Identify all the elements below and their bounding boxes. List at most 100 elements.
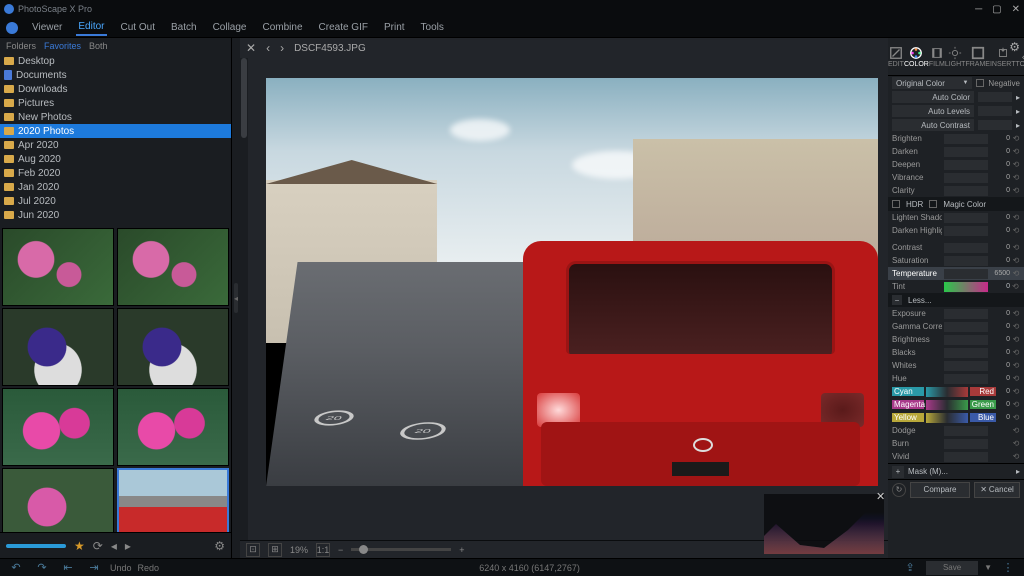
tool-frame[interactable]: FRAME — [965, 38, 990, 75]
thumbnail[interactable] — [117, 388, 229, 466]
folder-row[interactable]: Pictures — [0, 96, 231, 110]
reset-icon[interactable]: ⟲ — [1012, 335, 1020, 344]
zoom-in-icon[interactable]: + — [459, 545, 464, 555]
filter-favorites[interactable]: Favorites — [44, 41, 81, 51]
redo-label[interactable]: Redo — [138, 563, 160, 573]
reset-icon[interactable]: ⟲ — [1012, 147, 1020, 156]
save-menu-icon[interactable]: ▼ — [984, 563, 992, 572]
histogram[interactable]: ✕ — [764, 494, 884, 554]
tool-film[interactable]: FILM — [929, 38, 945, 75]
collapse-icon[interactable]: − — [892, 295, 902, 305]
reset-icon[interactable]: ⟲ — [1012, 186, 1020, 195]
reset-icon[interactable]: ⟲ — [1012, 361, 1020, 370]
tool-color[interactable]: COLOR — [904, 38, 929, 75]
share-icon[interactable]: ⇪ — [900, 561, 920, 575]
reset-icon[interactable]: ⟲ — [1012, 243, 1020, 252]
reset-icon[interactable]: ⟲ — [1012, 452, 1020, 461]
thumbnail[interactable] — [2, 468, 114, 532]
thumbnail[interactable] — [2, 388, 114, 466]
thumbnail-selected[interactable] — [117, 468, 229, 532]
folder-row[interactable]: Feb 2020 — [0, 166, 231, 180]
favorite-icon[interactable]: ★ — [74, 539, 85, 553]
slider-track[interactable] — [944, 426, 988, 436]
auto-contrast-preset[interactable] — [978, 120, 1012, 130]
slider-track[interactable] — [944, 243, 988, 253]
tab-print[interactable]: Print — [382, 20, 407, 35]
undo-label[interactable]: Undo — [110, 563, 132, 573]
folder-row[interactable]: Desktop — [0, 54, 231, 68]
sidebar-gear-icon[interactable]: ⚙ — [214, 539, 225, 553]
crop-icon[interactable]: ⊡ — [246, 543, 260, 557]
tab-batch[interactable]: Batch — [169, 20, 199, 35]
slider-track[interactable] — [944, 348, 988, 358]
mask-expand-icon[interactable]: ▸ — [1016, 467, 1020, 476]
thumbnail[interactable] — [2, 308, 114, 386]
save-button[interactable]: Save — [926, 561, 978, 575]
slider-track[interactable] — [944, 226, 988, 236]
auto-levels-button[interactable]: Auto Levels — [892, 105, 974, 117]
slider-track[interactable] — [944, 439, 988, 449]
mask-button[interactable]: Mask (M)... — [908, 467, 948, 476]
vertical-scrollbar[interactable] — [240, 58, 248, 540]
sort-asc-icon[interactable]: ◂ — [111, 539, 117, 553]
reset-icon[interactable]: ⟲ — [1012, 134, 1020, 143]
hdr-checkbox[interactable] — [892, 200, 900, 208]
slider-track[interactable] — [944, 160, 988, 170]
settings-icon[interactable]: ⚙ — [1009, 40, 1020, 54]
slider-track[interactable] — [944, 282, 988, 292]
reset-icon[interactable]: ⟲ — [1012, 426, 1020, 435]
home-icon[interactable] — [6, 22, 18, 34]
slider-track[interactable] — [944, 147, 988, 157]
tab-cutout[interactable]: Cut Out — [119, 20, 157, 35]
fit-button[interactable]: 1:1 — [316, 543, 330, 557]
tab-combine[interactable]: Combine — [260, 20, 304, 35]
folder-row[interactable]: Jun 2020 — [0, 208, 231, 222]
slider-track[interactable] — [944, 374, 988, 384]
thumbnail[interactable] — [117, 228, 229, 306]
folder-row[interactable]: Jan 2020 — [0, 180, 231, 194]
menu-icon[interactable]: ⋮ — [998, 561, 1018, 575]
reset-icon[interactable]: ⟲ — [1012, 213, 1020, 222]
reset-icon[interactable]: ⟲ — [1012, 173, 1020, 182]
folder-row[interactable]: 2020 Photos — [0, 124, 231, 138]
image-canvas[interactable]: 20 20 — [266, 78, 878, 486]
grid-icon[interactable]: ⊞ — [268, 543, 282, 557]
slider-track[interactable] — [944, 256, 988, 266]
folder-row[interactable]: Downloads — [0, 82, 231, 96]
color-track[interactable] — [926, 387, 968, 397]
close-file-icon[interactable]: ✕ — [246, 41, 256, 55]
auto-contrast-button[interactable]: Auto Contrast — [892, 119, 974, 131]
compare-button[interactable]: Compare — [910, 482, 970, 498]
thumbnail[interactable] — [2, 228, 114, 306]
reset-icon[interactable]: ⟲ — [1012, 387, 1020, 396]
slider-track[interactable] — [944, 173, 988, 183]
reset-icon[interactable]: ⟲ — [1012, 348, 1020, 357]
zoom-slider[interactable] — [351, 548, 451, 551]
slider-track[interactable] — [944, 361, 988, 371]
tab-collage[interactable]: Collage — [211, 20, 249, 35]
slider-track[interactable] — [944, 213, 988, 223]
folder-row[interactable]: Jul 2020 — [0, 194, 231, 208]
folder-row[interactable]: Documents — [0, 68, 231, 82]
cancel-button[interactable]: ✕Cancel — [974, 482, 1020, 498]
reset-icon[interactable]: ⟲ — [1012, 282, 1020, 291]
slider-track[interactable] — [944, 269, 988, 279]
sort-desc-icon[interactable]: ▸ — [125, 539, 131, 553]
slider-track[interactable] — [944, 186, 988, 196]
history-icon[interactable]: ↻ — [892, 483, 906, 497]
thumbnail[interactable] — [117, 308, 229, 386]
reset-icon[interactable]: ⟲ — [1012, 413, 1020, 422]
reset-icon[interactable]: ⟲ — [1012, 309, 1020, 318]
less-toggle[interactable]: − Less... — [888, 293, 1024, 307]
tab-tools[interactable]: Tools — [419, 20, 446, 35]
minimize-button[interactable]: ─ — [975, 4, 982, 15]
tab-gif[interactable]: Create GIF — [317, 20, 370, 35]
thumb-size-slider[interactable] — [6, 544, 66, 548]
undo-icon[interactable]: ↶ — [6, 561, 26, 575]
close-button[interactable]: ✕ — [1012, 4, 1020, 15]
reset-icon[interactable]: ⟲ — [1012, 439, 1020, 448]
filter-both[interactable]: Both — [89, 41, 108, 51]
filter-folders[interactable]: Folders — [6, 41, 36, 51]
magic-color-checkbox[interactable] — [929, 200, 937, 208]
color-track[interactable] — [926, 413, 968, 423]
